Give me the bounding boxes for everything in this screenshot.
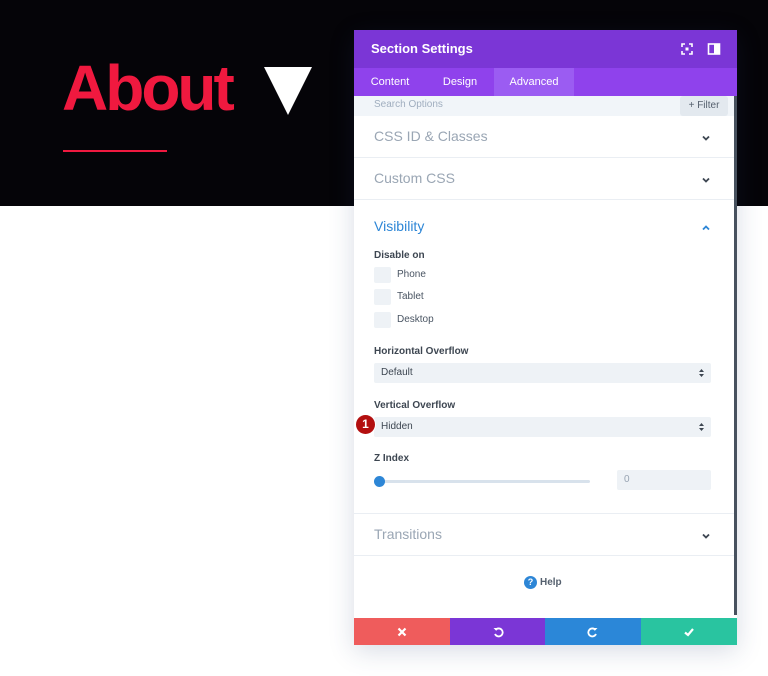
- tab-design[interactable]: Design: [426, 68, 494, 96]
- toggle-visibility: Visibility: [354, 200, 734, 514]
- split-view-icon[interactable]: [707, 42, 721, 56]
- toggle-transitions[interactable]: Transitions: [354, 514, 734, 556]
- filter-button[interactable]: + Filter: [680, 96, 728, 116]
- disable-on-label: Disable on: [374, 250, 425, 261]
- triangle-divider-icon: [264, 67, 312, 115]
- expand-icon[interactable]: [680, 42, 694, 56]
- step-marker-badge: 1: [356, 415, 375, 434]
- help-label: Help: [540, 577, 562, 588]
- z-index-slider-track[interactable]: [380, 480, 590, 483]
- hero-title: About: [62, 52, 235, 124]
- z-index-input[interactable]: 0: [617, 470, 711, 490]
- tab-advanced[interactable]: Advanced: [494, 68, 574, 96]
- vertical-overflow-select[interactable]: Hidden: [374, 417, 711, 437]
- section-settings-modal: Section Settings Content Design Advanced…: [354, 30, 737, 645]
- phone-label: Phone: [397, 269, 426, 280]
- tablet-checkbox[interactable]: [374, 289, 391, 305]
- redo-icon: [587, 627, 598, 637]
- toggle-css-id-classes[interactable]: CSS ID & Classes: [354, 116, 734, 158]
- horizontal-overflow-select[interactable]: Default: [374, 363, 711, 383]
- z-index-value: 0: [624, 474, 630, 485]
- toggle-title-css-id-classes: CSS ID & Classes: [374, 128, 488, 144]
- toggle-title-transitions: Transitions: [374, 526, 442, 542]
- question-icon: ?: [524, 576, 537, 589]
- check-icon: [684, 627, 694, 637]
- tab-content[interactable]: Content: [354, 68, 426, 96]
- chevron-down-icon: [702, 177, 710, 183]
- z-index-slider-handle[interactable]: [374, 476, 385, 487]
- horizontal-overflow-label: Horizontal Overflow: [374, 346, 469, 357]
- settings-tabs: Content Design Advanced: [354, 68, 737, 96]
- undo-icon: [493, 627, 504, 637]
- cancel-button[interactable]: [354, 618, 450, 645]
- scrollbar[interactable]: [734, 96, 737, 615]
- chevron-down-icon: [702, 135, 710, 141]
- modal-header: Section Settings: [354, 30, 737, 68]
- toggle-title-custom-css: Custom CSS: [374, 170, 455, 186]
- modal-footer: [354, 618, 737, 645]
- redo-button[interactable]: [545, 618, 641, 645]
- chevron-down-icon: [702, 533, 710, 539]
- select-arrows-icon: [699, 423, 704, 431]
- toggle-title-visibility[interactable]: Visibility: [374, 218, 424, 234]
- desktop-label: Desktop: [397, 314, 434, 325]
- horizontal-overflow-value: Default: [381, 367, 413, 378]
- close-icon: [397, 627, 407, 636]
- phone-checkbox[interactable]: [374, 267, 391, 283]
- search-options-input[interactable]: Search Options: [374, 99, 443, 110]
- vertical-overflow-value: Hidden: [381, 421, 413, 432]
- title-underline: [63, 150, 167, 152]
- modal-title: Section Settings: [371, 41, 473, 56]
- vertical-overflow-label: Vertical Overflow: [374, 400, 456, 411]
- search-bar: Search Options + Filter: [354, 96, 734, 116]
- undo-button[interactable]: [450, 618, 545, 645]
- save-button[interactable]: [641, 618, 737, 645]
- tablet-label: Tablet: [397, 291, 424, 302]
- toggle-custom-css[interactable]: Custom CSS: [354, 158, 734, 200]
- desktop-checkbox[interactable]: [374, 312, 391, 328]
- select-arrows-icon: [699, 369, 704, 377]
- z-index-label: Z Index: [374, 453, 410, 464]
- chevron-up-icon[interactable]: [700, 222, 712, 234]
